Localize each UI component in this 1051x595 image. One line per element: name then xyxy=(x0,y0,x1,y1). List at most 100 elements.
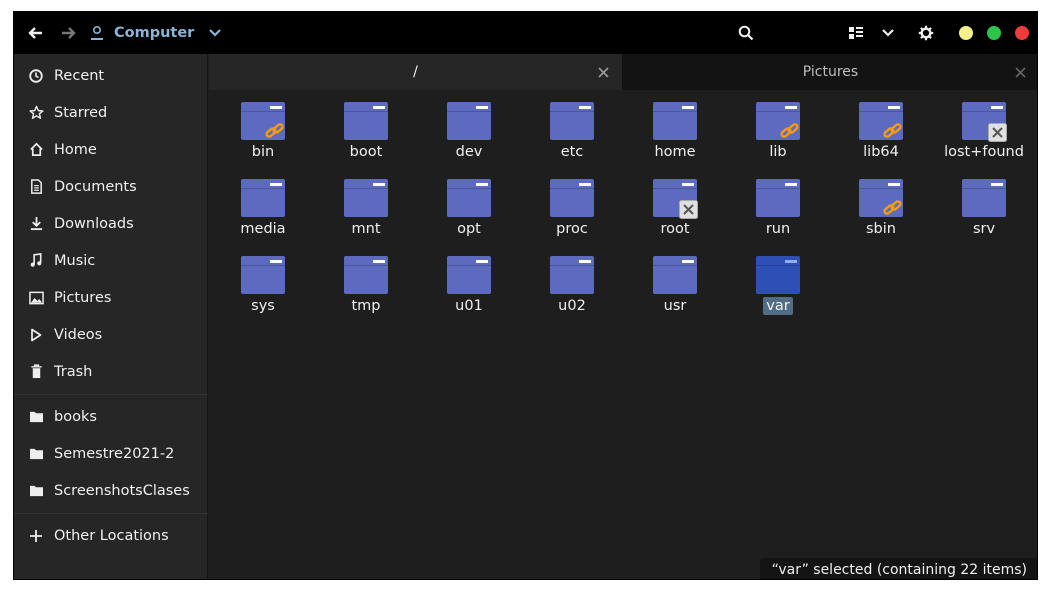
folder-item[interactable]: lib xyxy=(728,96,828,172)
folder-item[interactable]: var xyxy=(728,250,828,326)
sidebar-item-videos[interactable]: Videos xyxy=(14,316,208,353)
folder-icon xyxy=(550,179,594,217)
folder-name: bin xyxy=(251,144,275,160)
folder-item[interactable]: opt xyxy=(419,173,519,249)
sidebar-item-label: Recent xyxy=(54,67,105,84)
folder-item[interactable]: home xyxy=(625,96,725,172)
sidebar-item-trash[interactable]: Trash xyxy=(14,353,208,390)
tab-pictures[interactable]: Pictures xyxy=(622,54,1037,90)
folder-item[interactable]: u01 xyxy=(419,250,519,326)
sidebar-item-downloads[interactable]: Downloads xyxy=(14,205,208,242)
chevron-down-icon xyxy=(882,29,894,37)
folder-icon xyxy=(550,256,594,294)
folder-item[interactable]: lib64 xyxy=(831,96,931,172)
back-button[interactable] xyxy=(24,12,48,54)
folder-item[interactable]: mnt xyxy=(316,173,416,249)
close-tab-icon[interactable] xyxy=(1013,65,1027,79)
sidebar-item-label: Semestre2021-2 xyxy=(54,445,175,462)
folder-item[interactable]: run xyxy=(728,173,828,249)
sidebar-item-label: Starred xyxy=(54,104,108,121)
tab-root[interactable]: / xyxy=(209,54,622,90)
folder-name: home xyxy=(654,144,696,160)
symlink-emblem-icon xyxy=(883,200,902,215)
close-button[interactable] xyxy=(1015,26,1029,40)
folder-item[interactable]: tmp xyxy=(316,250,416,326)
folder-item[interactable]: srv xyxy=(934,173,1034,249)
folder-name: etc xyxy=(560,144,584,160)
folder-icon xyxy=(550,102,594,140)
folder-icon xyxy=(344,256,388,294)
folder-name: proc xyxy=(556,221,588,237)
folder-name: media xyxy=(240,221,286,237)
folder-icon xyxy=(756,256,800,294)
minimize-button[interactable] xyxy=(959,26,973,40)
folder-item[interactable]: proc xyxy=(522,173,622,249)
folder-item[interactable]: usr xyxy=(625,250,725,326)
sidebar-item-pictures[interactable]: Pictures xyxy=(14,279,208,316)
search-icon xyxy=(738,25,754,41)
star-icon xyxy=(28,105,44,121)
folder-name: dev xyxy=(455,144,483,160)
sidebar-item-books[interactable]: books xyxy=(14,398,208,435)
maximize-button[interactable] xyxy=(987,26,1001,40)
folder-name: usr xyxy=(663,298,687,314)
sidebar-item-recent[interactable]: Recent xyxy=(14,57,208,94)
sidebar-item-starred[interactable]: Starred xyxy=(14,94,208,131)
folder-icon xyxy=(344,179,388,217)
gear-icon xyxy=(918,25,934,41)
folder-item[interactable]: sys xyxy=(213,250,313,326)
sidebar-item-documents[interactable]: Documents xyxy=(14,168,208,205)
symlink-emblem-icon xyxy=(883,123,902,138)
folder-icon xyxy=(28,483,44,499)
folder-item[interactable]: lost+found xyxy=(934,96,1034,172)
folder-item[interactable]: sbin xyxy=(831,173,931,249)
folder-name: tmp xyxy=(351,298,381,314)
folder-item[interactable]: u02 xyxy=(522,250,622,326)
sidebar-item-label: Downloads xyxy=(54,215,134,232)
forward-arrow-icon xyxy=(62,27,76,39)
folder-icon xyxy=(653,102,697,140)
folder-item[interactable]: etc xyxy=(522,96,622,172)
search-button[interactable] xyxy=(734,12,758,54)
sidebar-separator xyxy=(14,513,208,514)
sidebar-item-home[interactable]: Home xyxy=(14,131,208,168)
header-bar: Computer xyxy=(14,12,1037,54)
folder-item[interactable]: root xyxy=(625,173,725,249)
document-icon xyxy=(28,179,44,195)
folder-name: sbin xyxy=(866,221,896,237)
folder-name: mnt xyxy=(351,221,381,237)
folder-icon xyxy=(28,409,44,425)
sidebar-item-screenshots[interactable]: ScreenshotsClases xyxy=(14,472,208,509)
chevron-down-icon[interactable] xyxy=(208,28,222,38)
tab-label: / xyxy=(413,64,418,80)
forward-button[interactable] xyxy=(56,12,80,54)
view-options-button[interactable] xyxy=(876,12,900,54)
symlink-emblem-icon xyxy=(780,123,799,138)
tab-label: Pictures xyxy=(802,64,859,80)
sidebar-item-label: Documents xyxy=(54,178,137,195)
sidebar-item-semestre[interactable]: Semestre2021-2 xyxy=(14,435,208,472)
sidebar-item-other-locations[interactable]: Other Locations xyxy=(14,517,208,554)
music-icon xyxy=(28,253,44,269)
menu-button[interactable] xyxy=(914,12,938,54)
folder-icon xyxy=(447,179,491,217)
clock-icon xyxy=(28,68,44,84)
folder-item[interactable]: media xyxy=(213,173,313,249)
folder-icon xyxy=(756,179,800,217)
folder-item[interactable]: dev xyxy=(419,96,519,172)
location-path-button[interactable]: Computer xyxy=(90,19,222,47)
file-grid: “var” selected (containing 22 items) bin… xyxy=(209,90,1037,579)
sidebar-item-label: books xyxy=(54,408,97,425)
folder-item[interactable]: bin xyxy=(213,96,313,172)
sidebar-item-label: Other Locations xyxy=(54,527,169,544)
folder-item[interactable]: boot xyxy=(316,96,416,172)
folder-name: lib xyxy=(769,144,787,160)
folder-icon xyxy=(344,102,388,140)
sidebar-item-label: Music xyxy=(54,252,96,269)
close-tab-icon[interactable] xyxy=(596,65,610,79)
sidebar-item-label: Pictures xyxy=(54,289,112,306)
sidebar-item-music[interactable]: Music xyxy=(14,242,208,279)
view-mode-button[interactable] xyxy=(844,12,868,54)
user-icon xyxy=(90,25,104,41)
back-arrow-icon xyxy=(28,27,42,39)
